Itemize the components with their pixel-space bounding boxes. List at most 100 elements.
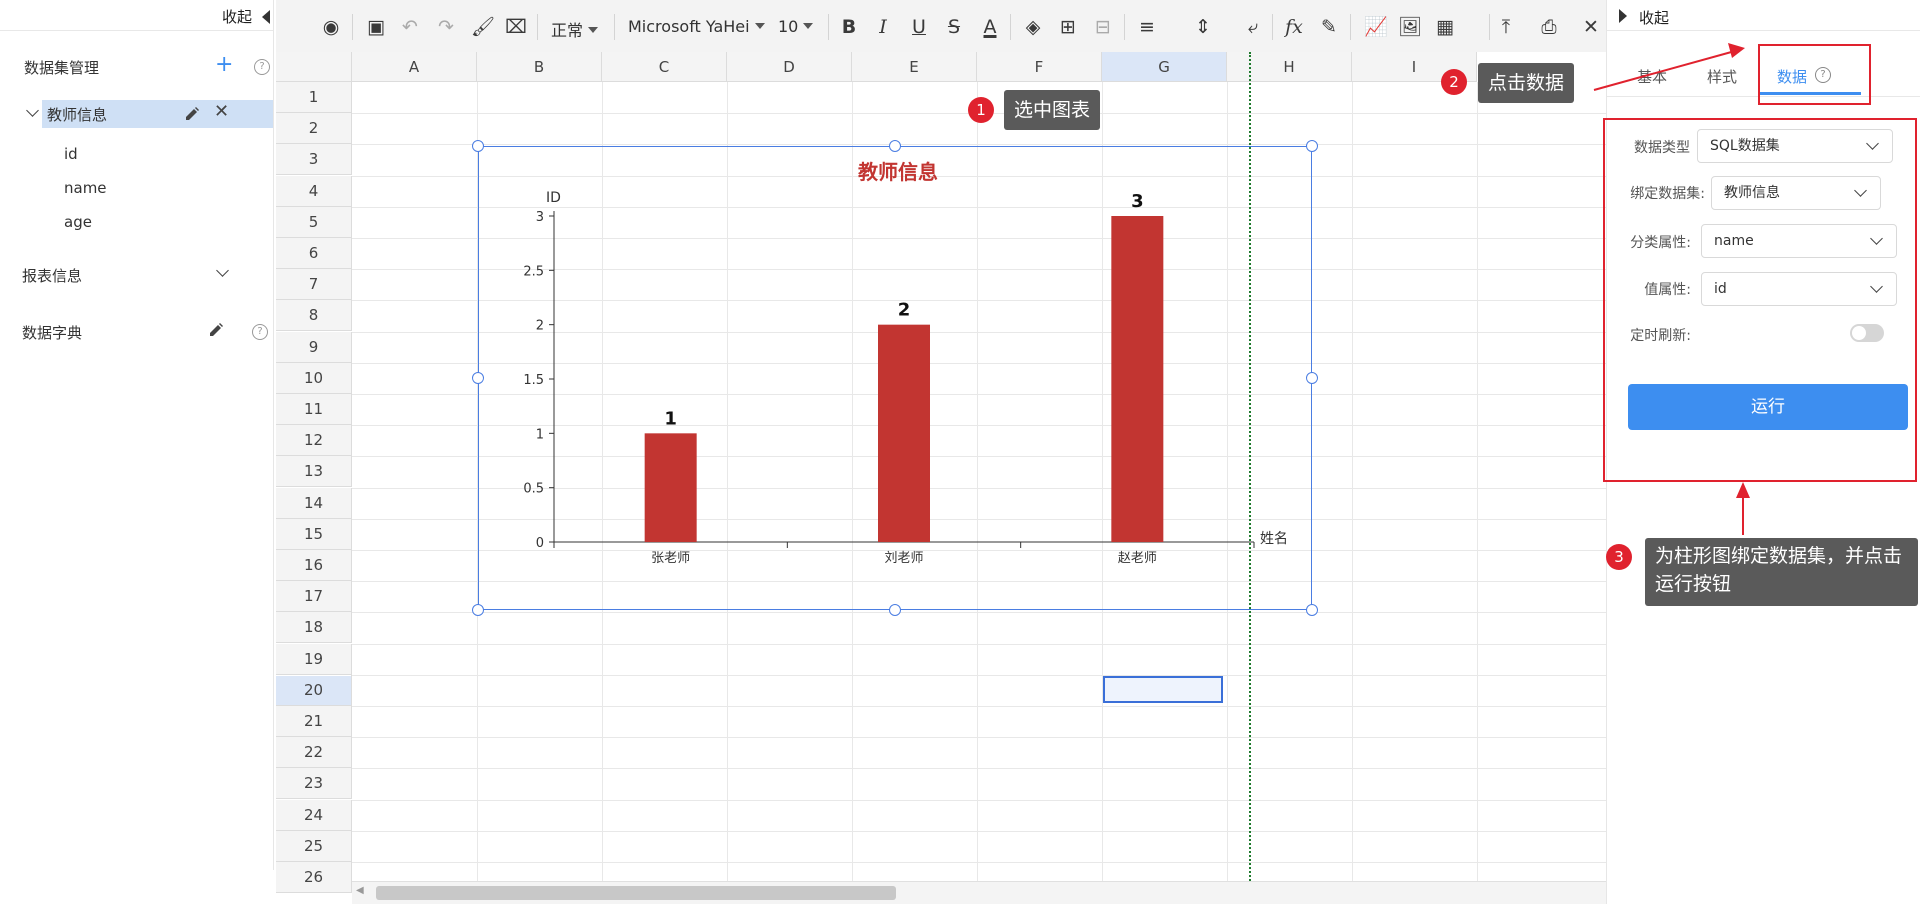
- column-header[interactable]: F: [977, 52, 1102, 82]
- row-header[interactable]: 4: [276, 175, 352, 207]
- row-header[interactable]: 8: [276, 300, 352, 332]
- column-header[interactable]: B: [477, 52, 602, 82]
- column-header[interactable]: G: [1102, 52, 1227, 82]
- collapse-right-icon[interactable]: [1619, 9, 1627, 23]
- tree-field-age[interactable]: age: [64, 213, 92, 231]
- row-header[interactable]: 9: [276, 331, 352, 363]
- tree-dataset-name[interactable]: 教师信息: [47, 104, 107, 125]
- row-header[interactable]: 11: [276, 394, 352, 425]
- format-painter-icon[interactable]: 🖌: [471, 16, 495, 38]
- toolbar-separator: [352, 14, 353, 40]
- scroll-left-icon[interactable]: ◀: [356, 885, 364, 896]
- grid-line: [352, 737, 1606, 739]
- chart-icon[interactable]: 📈: [1364, 16, 1388, 38]
- row-header[interactable]: 17: [276, 581, 352, 613]
- align-vertical-icon[interactable]: ⇕: [1192, 16, 1214, 38]
- tree-field-id[interactable]: id: [64, 145, 78, 163]
- bar: [1111, 216, 1164, 542]
- merge-cells-icon[interactable]: ⊟: [1092, 16, 1114, 38]
- row-header[interactable]: 24: [276, 799, 352, 831]
- column-header[interactable]: E: [852, 52, 977, 82]
- formula-button[interactable]: fx: [1283, 16, 1305, 38]
- left-collapse-button[interactable]: 收起: [150, 6, 270, 26]
- grid-line: [352, 799, 1606, 801]
- add-dataset-icon[interactable]: +: [215, 52, 233, 78]
- row-header[interactable]: 26: [276, 862, 352, 893]
- clear-format-icon[interactable]: ⌧: [505, 16, 527, 38]
- help-icon[interactable]: ?: [254, 59, 270, 75]
- tree-field-name[interactable]: name: [64, 179, 107, 197]
- delete-close-icon[interactable]: ✕: [214, 101, 229, 122]
- row-header[interactable]: 6: [276, 238, 352, 269]
- underline-button[interactable]: U: [908, 16, 930, 38]
- text-wrap-icon[interactable]: ⤶: [1242, 16, 1264, 38]
- row-header[interactable]: 10: [276, 362, 352, 394]
- font-select[interactable]: Microsoft YaHei: [628, 17, 765, 36]
- column-header[interactable]: A: [352, 52, 477, 82]
- row-header[interactable]: 1: [276, 82, 352, 113]
- row-header[interactable]: 18: [276, 612, 352, 644]
- callout-text: 运行按钮: [1655, 573, 1732, 595]
- column-header[interactable]: D: [727, 52, 852, 82]
- italic-button[interactable]: I: [872, 16, 894, 38]
- strikethrough-button[interactable]: S: [943, 16, 965, 38]
- preview-eye-icon[interactable]: ◉: [320, 16, 342, 38]
- grid-line: [352, 612, 1606, 614]
- corner-cell[interactable]: [276, 52, 352, 82]
- row-header[interactable]: 19: [276, 643, 352, 675]
- row-header[interactable]: 16: [276, 550, 352, 581]
- row-header[interactable]: 22: [276, 737, 352, 769]
- style-select[interactable]: 正常: [551, 17, 599, 41]
- right-collapse-label[interactable]: 收起: [1639, 7, 1669, 28]
- row-header[interactable]: 2: [276, 113, 352, 145]
- grid-line: [352, 830, 1606, 832]
- image-icon[interactable]: 🖼: [1398, 16, 1422, 38]
- edit-pencil-icon[interactable]: [184, 106, 200, 122]
- tab-style[interactable]: 样式: [1707, 66, 1737, 87]
- bar-chart[interactable]: 教师信息 ID 姓名 0 0.5 1 1.5 2 2.5 3 1 张老师 2 刘老师 3 赵老师: [478, 146, 1312, 610]
- border-icon[interactable]: ⊞: [1057, 16, 1079, 38]
- save-icon[interactable]: ▣: [365, 16, 387, 38]
- undo-icon[interactable]: ↶: [399, 16, 421, 38]
- bold-button[interactable]: B: [838, 16, 860, 38]
- column-header[interactable]: H: [1227, 52, 1352, 82]
- row-header[interactable]: 3: [276, 144, 352, 176]
- selected-cell[interactable]: [1103, 676, 1223, 703]
- y-tick-label: 0: [536, 536, 544, 551]
- conditional-format-icon[interactable]: ✎: [1318, 16, 1340, 38]
- grid-line: [352, 674, 1606, 676]
- help-icon[interactable]: ?: [252, 324, 268, 340]
- row-header[interactable]: 12: [276, 425, 352, 457]
- upload-icon[interactable]: ⤒: [1495, 16, 1517, 38]
- y-tick-label: 1.5: [523, 373, 544, 388]
- qrcode-icon[interactable]: ▦: [1434, 16, 1456, 38]
- fill-color-icon[interactable]: ◈: [1022, 16, 1044, 38]
- row-header[interactable]: 20: [276, 674, 352, 706]
- toolbar-separator: [1272, 14, 1273, 40]
- callout-select-chart: 选中图表: [1004, 90, 1101, 130]
- tab-basic[interactable]: 基本: [1637, 66, 1667, 87]
- print-icon[interactable]: ⎙: [1538, 16, 1560, 38]
- column-header[interactable]: C: [602, 52, 727, 82]
- edit-pencil-icon[interactable]: [208, 322, 224, 338]
- row-header[interactable]: 13: [276, 456, 352, 488]
- divider: [0, 30, 273, 31]
- font-size-select[interactable]: 10: [778, 17, 814, 36]
- x-tick-label: 张老师: [651, 551, 690, 566]
- annotation-box-data-tab: [1758, 44, 1871, 105]
- row-header[interactable]: 21: [276, 706, 352, 737]
- row-header[interactable]: 7: [276, 269, 352, 301]
- row-header[interactable]: 23: [276, 768, 352, 800]
- scrollbar-thumb[interactable]: [376, 886, 896, 900]
- bar: [644, 433, 697, 542]
- row-header[interactable]: 14: [276, 487, 352, 519]
- row-header[interactable]: 25: [276, 830, 352, 862]
- report-info-title[interactable]: 报表信息: [22, 265, 82, 286]
- y-tick-label: 2: [536, 319, 544, 334]
- align-horizontal-icon[interactable]: ≡: [1136, 16, 1158, 38]
- font-color-button[interactable]: A: [979, 16, 1001, 38]
- row-header[interactable]: 5: [276, 206, 352, 238]
- tools-icon[interactable]: ✕: [1580, 16, 1602, 38]
- redo-icon[interactable]: ↷: [435, 16, 457, 38]
- row-header[interactable]: 15: [276, 518, 352, 550]
